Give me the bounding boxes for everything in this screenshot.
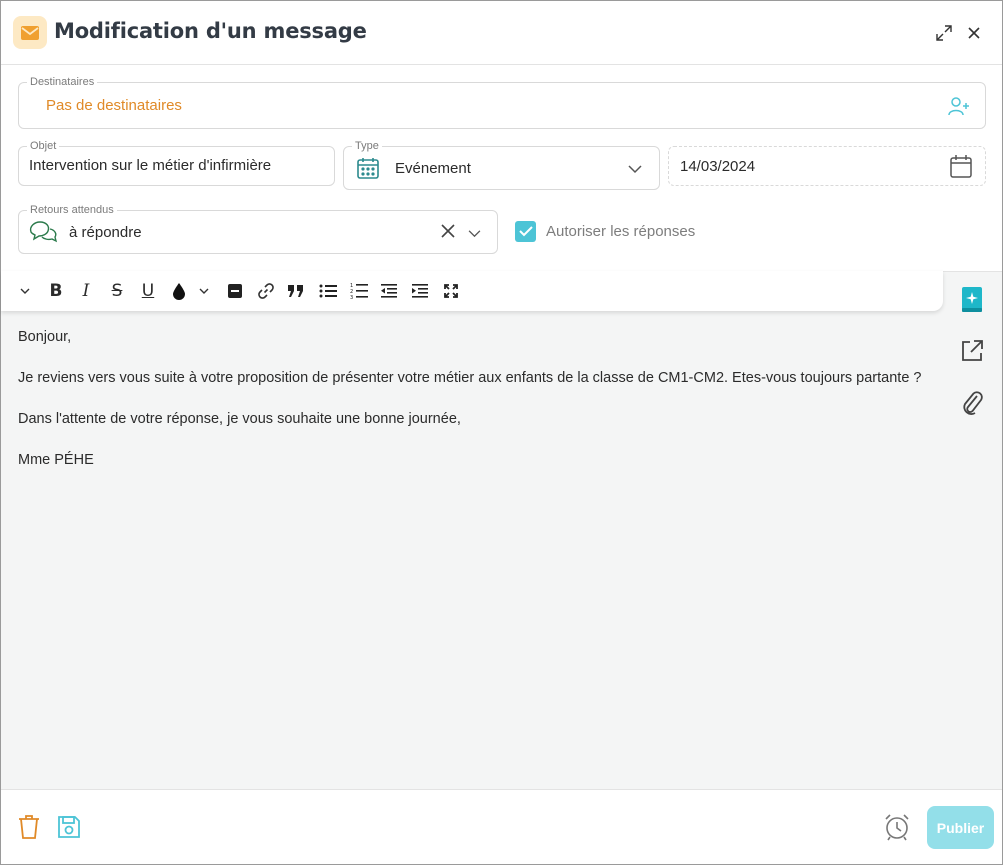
bold-icon[interactable]: B [45,279,67,303]
close-icon[interactable] [962,21,986,45]
allow-replies-label: Autoriser les réponses [546,223,696,240]
link-icon[interactable] [255,279,277,303]
body-paragraph: Bonjour, [18,329,72,345]
clear-icon[interactable] [440,223,456,244]
message-body[interactable]: Bonjour, Je reviens vers vous suite à vo… [18,327,923,491]
external-link-icon[interactable] [957,336,987,366]
body-paragraph: Mme PÉHE [18,452,94,468]
type-value: Evénement [395,160,471,177]
date-input[interactable]: 14/03/2024 [680,158,755,175]
calendar-icon [356,156,380,185]
recipients-value: Pas de destinataires [46,97,182,114]
body-paragraph: Dans l'attente de votre réponse, je vous… [18,411,461,427]
subject-field[interactable]: Objet Intervention sur le métier d'infir… [18,140,335,186]
date-picker-icon[interactable] [950,154,972,183]
chevron-down-icon[interactable] [628,161,642,179]
dialog-title: Modification d'un message [54,19,367,43]
chat-bubbles-icon [28,220,58,249]
message-edit-dialog: Modification d'un message Destinataires … [0,0,1003,865]
publish-button[interactable]: Publier [927,806,994,849]
text-color-icon[interactable] [168,279,190,303]
strikethrough-icon[interactable]: S [106,279,128,303]
indent-icon[interactable] [409,279,431,303]
ai-assistant-icon[interactable] [957,285,987,315]
bullet-list-icon[interactable] [317,279,339,303]
expected-returns-value: à répondre [69,224,142,241]
alarm-clock-icon[interactable] [883,813,911,841]
type-legend: Type [352,140,382,152]
body-paragraph: Je reviens vers vous suite à votre propo… [18,370,922,386]
chevron-down-icon[interactable] [193,279,215,303]
recipients-field[interactable]: Destinataires Pas de destinataires [18,76,986,129]
horizontal-rule-icon[interactable] [224,279,246,303]
trash-icon[interactable] [15,813,43,841]
chevron-down-icon[interactable] [14,279,36,303]
outdent-icon[interactable] [378,279,400,303]
allow-replies-checkbox[interactable] [515,221,536,242]
expected-returns-legend: Retours attendus [27,204,117,216]
numbered-list-icon[interactable]: 1 2 3 [348,279,370,303]
type-select[interactable]: Type Evénement [343,140,660,190]
paperclip-icon[interactable] [957,386,987,416]
chevron-down-icon[interactable] [468,225,481,243]
save-icon[interactable] [55,813,83,841]
expand-icon[interactable] [932,21,956,45]
editor-toolbar: B I S U 1 2 3 [1,271,943,311]
quote-icon[interactable] [285,279,307,303]
envelope-icon [13,16,47,49]
date-field[interactable]: 14/03/2024 [668,146,986,186]
subject-input[interactable]: Intervention sur le métier d'infirmière [29,157,271,174]
underline-icon[interactable]: U [137,279,159,303]
dialog-footer [1,789,1002,864]
add-user-icon[interactable] [947,95,971,122]
italic-icon[interactable]: I [75,279,97,303]
recipients-legend: Destinataires [27,76,98,88]
subject-legend: Objet [27,140,60,152]
dialog-header: Modification d'un message [1,1,1002,65]
svg-text:3: 3 [350,295,353,300]
expected-returns-select[interactable]: Retours attendus à répondre [18,204,498,254]
fullscreen-icon[interactable] [440,279,462,303]
